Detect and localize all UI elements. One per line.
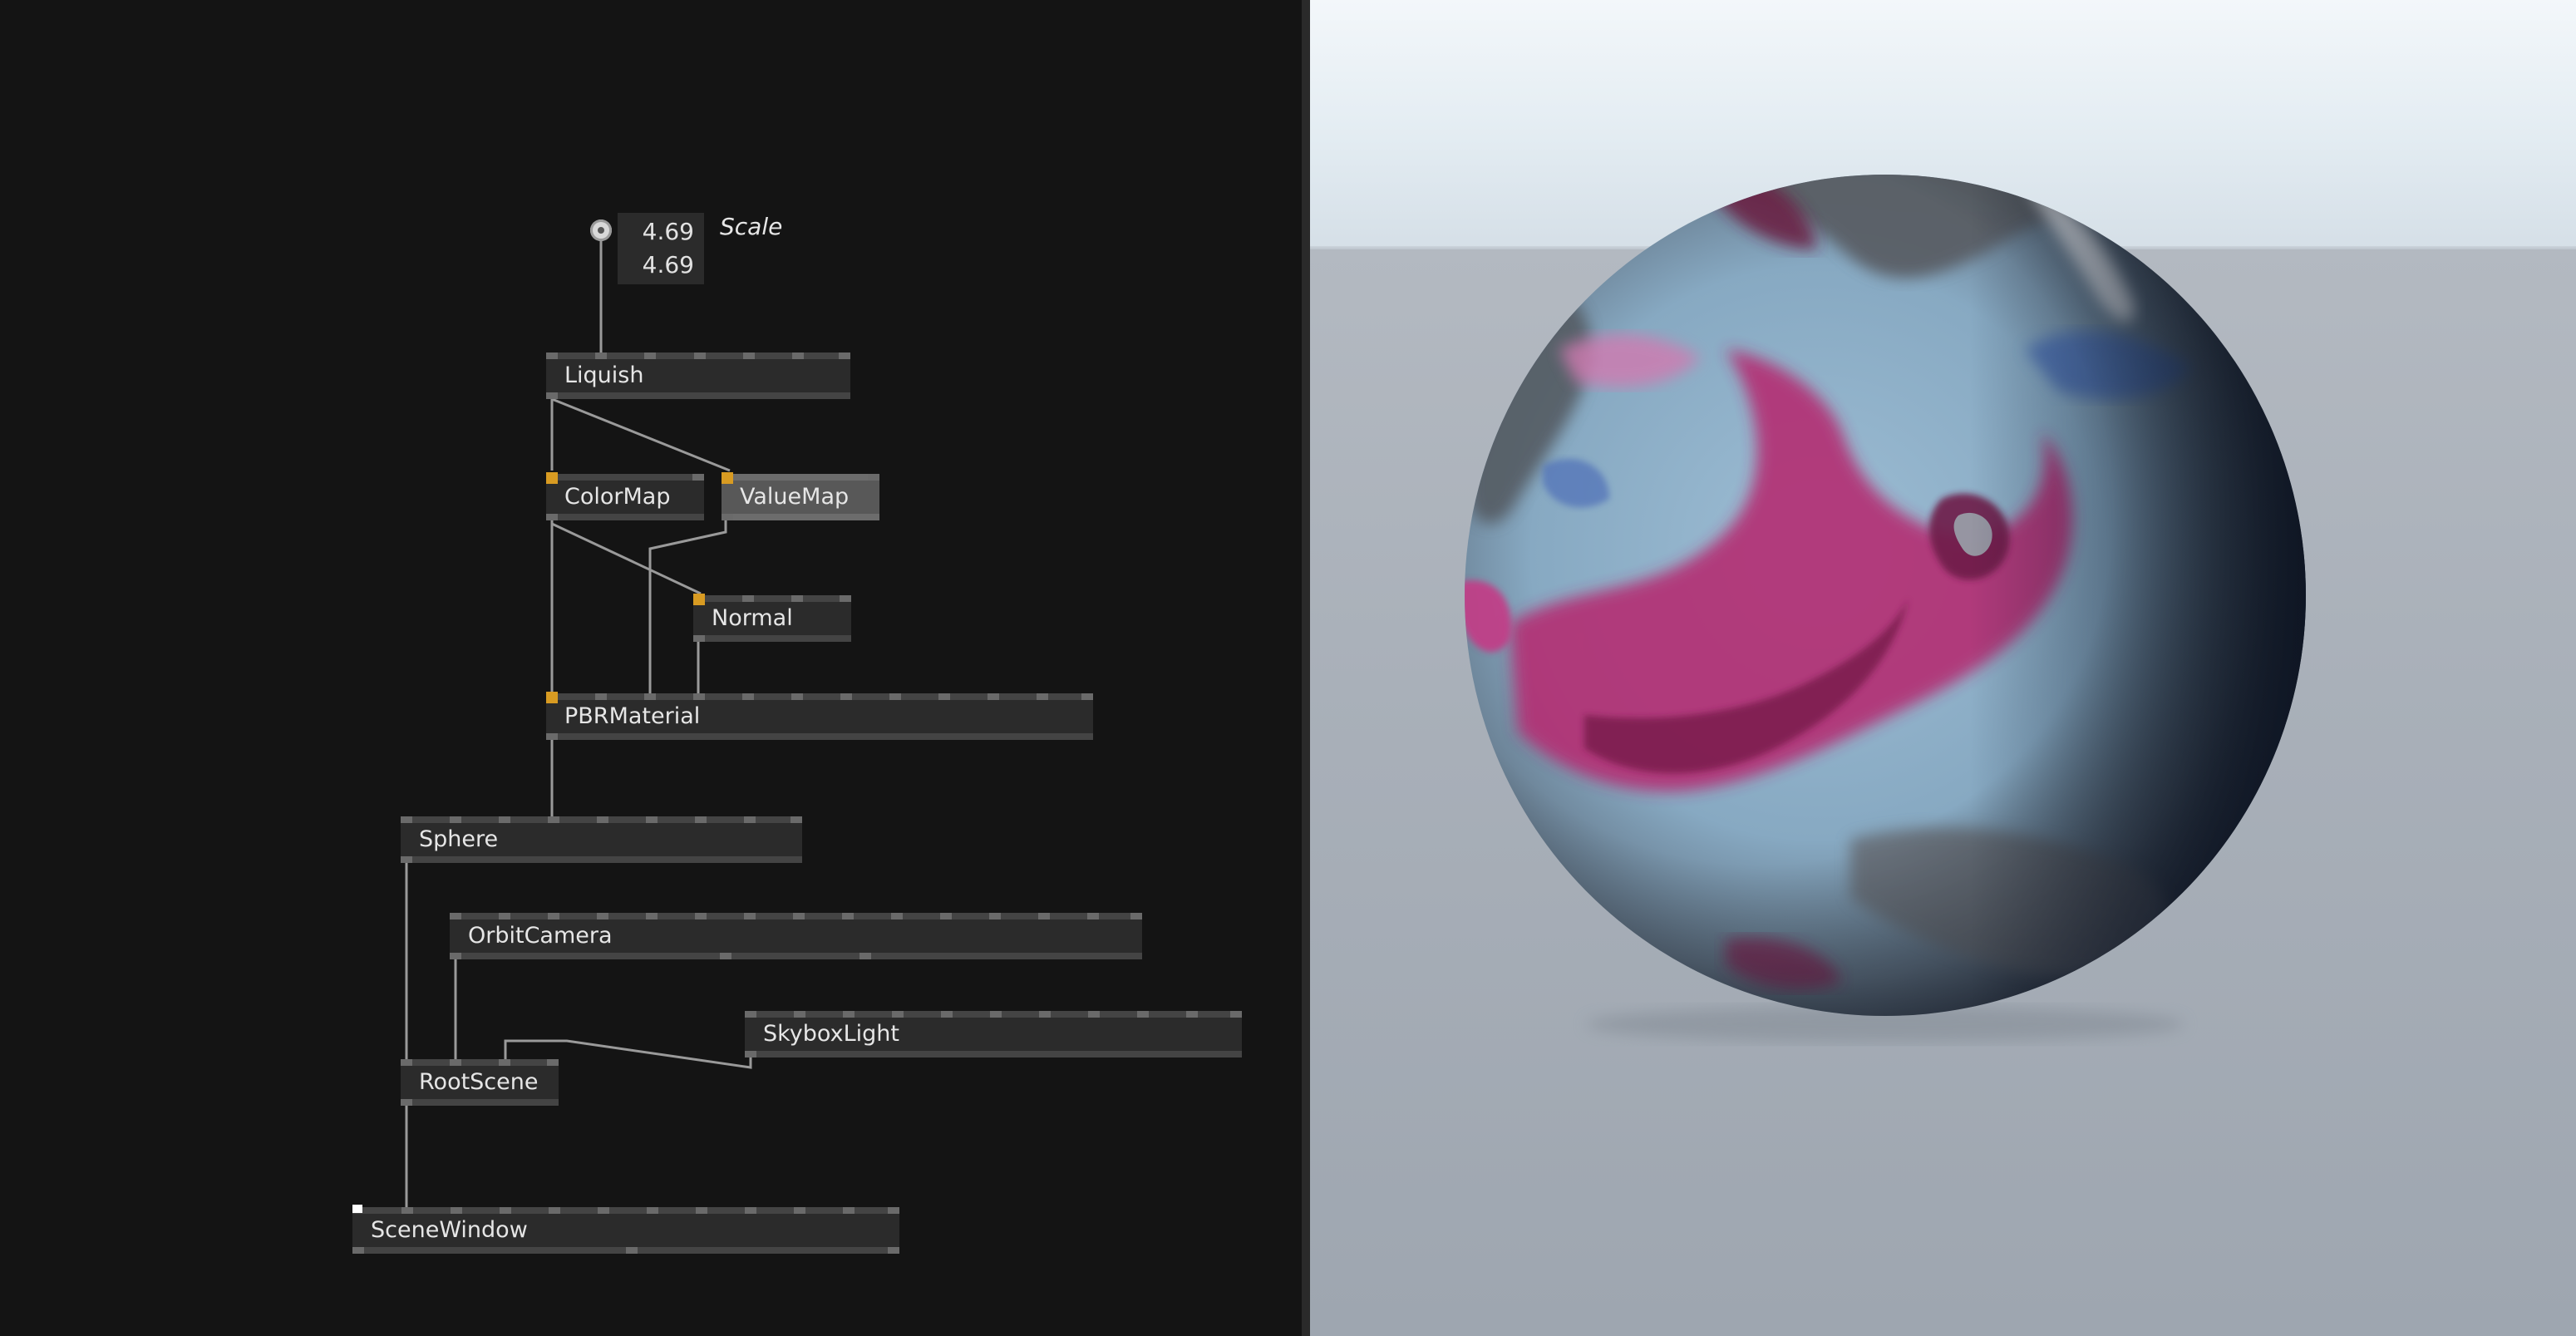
node-orbitcamera[interactable]: OrbitCamera — [450, 913, 1142, 959]
scale-label: Scale — [720, 213, 783, 240]
node-sphere[interactable]: Sphere — [401, 816, 802, 863]
link-liquish-valuemap — [551, 397, 731, 472]
node-liquish[interactable]: Liquish — [546, 352, 850, 399]
node-graph-editor[interactable]: 4.69 4.69 Scale Liquish ColorMap ValueMa… — [0, 0, 1302, 1336]
scale-number-widget[interactable]: 4.69 4.69 — [618, 213, 704, 284]
node-links — [405, 241, 752, 1210]
node-valuemap[interactable]: ValueMap — [722, 472, 879, 520]
panel-divider[interactable] — [1302, 0, 1310, 1336]
node-pbrmaterial[interactable]: PBRMaterial — [546, 692, 1093, 740]
scale-value-y[interactable]: 4.69 — [643, 251, 694, 279]
node-rootscene[interactable]: RootScene — [401, 1059, 559, 1106]
scale-connector-knob[interactable] — [590, 219, 612, 241]
node-pbrmaterial-label: PBRMaterial — [564, 703, 701, 729]
node-normal-label: Normal — [712, 605, 793, 631]
node-rootscene-label: RootScene — [419, 1069, 539, 1095]
node-scenewindow[interactable]: SceneWindow — [352, 1205, 899, 1254]
textured-sphere-icon — [1465, 175, 2306, 1043]
node-skyboxlight-label: SkyboxLight — [763, 1021, 899, 1047]
scale-value-x[interactable]: 4.69 — [643, 218, 694, 245]
node-normal[interactable]: Normal — [693, 594, 851, 642]
node-liquish-label: Liquish — [564, 362, 644, 388]
3d-viewport[interactable] — [1310, 0, 2576, 1336]
node-sphere-label: Sphere — [419, 826, 499, 852]
node-skyboxlight[interactable]: SkyboxLight — [745, 1011, 1242, 1057]
node-colormap[interactable]: ColorMap — [546, 472, 704, 520]
node-colormap-label: ColorMap — [564, 484, 671, 510]
node-scenewindow-label: SceneWindow — [371, 1217, 528, 1243]
link-colormap-normal — [551, 522, 702, 595]
node-orbitcamera-label: OrbitCamera — [468, 923, 613, 949]
node-valuemap-label: ValueMap — [740, 484, 850, 510]
